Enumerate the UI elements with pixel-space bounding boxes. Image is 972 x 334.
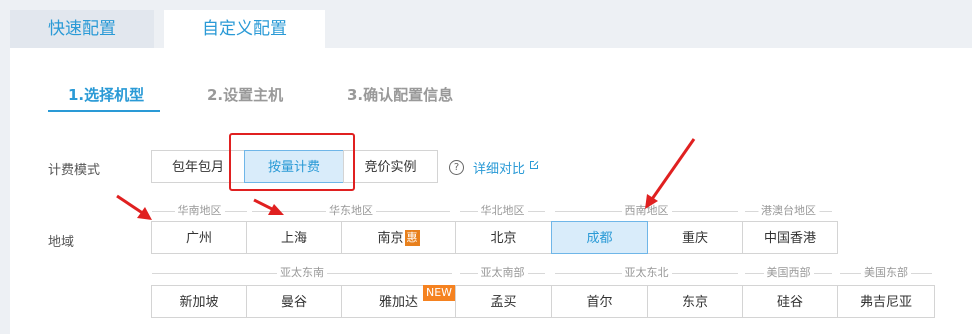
region-nanjing[interactable]: 南京惠 [341, 221, 456, 254]
billing-mode-label: 计费模式 [48, 163, 101, 178]
tab-quick-config[interactable]: 快速配置 [10, 10, 154, 48]
group-hk-macao-tw: 港澳台地区 [745, 205, 832, 217]
step-confirm-config[interactable]: 3.确认配置信息 [347, 84, 453, 105]
group-label: 美国东部 [861, 267, 911, 279]
highlight-box [229, 133, 355, 191]
billing-option-spot[interactable]: 竞价实例 [343, 150, 438, 183]
group-us-east: 美国东部 [840, 267, 932, 279]
group-north-china: 华北地区 [460, 205, 545, 217]
group-apac-northeast: 亚太东北 [555, 267, 738, 279]
region-label: 地域 [48, 235, 75, 250]
region-hong-kong[interactable]: 中国香港 [742, 221, 838, 254]
group-label: 亚太东北 [621, 267, 672, 279]
city-name: 南京 [377, 231, 404, 246]
external-link-icon[interactable] [530, 160, 539, 169]
step-select-model[interactable]: 1.选择机型 [68, 84, 144, 105]
group-label: 亚太南部 [477, 267, 528, 279]
group-east-china: 华东地区 [252, 205, 450, 217]
region-silicon-valley[interactable]: 硅谷 [742, 285, 838, 318]
group-label: 华南地区 [174, 205, 225, 217]
tab-custom-config[interactable]: 自定义配置 [164, 10, 325, 48]
group-label: 亚太东南 [277, 267, 327, 279]
help-icon[interactable]: ? [449, 160, 464, 175]
group-southwest: 西南地区 [555, 205, 738, 217]
region-beijing[interactable]: 北京 [455, 221, 552, 254]
region-singapore[interactable]: 新加坡 [151, 285, 247, 318]
active-step-underline [48, 110, 160, 112]
region-tokyo[interactable]: 东京 [647, 285, 743, 318]
group-label: 港澳台地区 [758, 205, 819, 217]
group-label: 华东地区 [326, 205, 376, 217]
region-shanghai[interactable]: 上海 [246, 221, 342, 254]
group-label: 西南地区 [621, 205, 672, 217]
group-apac-south: 亚太南部 [460, 267, 545, 279]
group-apac-southeast: 亚太东南 [152, 267, 452, 279]
region-mumbai[interactable]: 孟买 [455, 285, 552, 318]
step-host-settings[interactable]: 2.设置主机 [207, 84, 283, 105]
region-virginia[interactable]: 弗吉尼亚 [837, 285, 935, 318]
group-south-china: 华南地区 [152, 205, 247, 217]
region-chongqing[interactable]: 重庆 [647, 221, 743, 254]
region-chengdu[interactable]: 成都 [551, 221, 648, 254]
discount-badge: 惠 [404, 230, 420, 246]
new-badge: NEW [423, 285, 456, 301]
region-guangzhou[interactable]: 广州 [151, 221, 247, 254]
region-bangkok[interactable]: 曼谷 [246, 285, 342, 318]
compare-link[interactable]: 详细对比 [473, 158, 525, 177]
region-seoul[interactable]: 首尔 [551, 285, 648, 318]
group-us-west: 美国西部 [745, 267, 832, 279]
group-label: 华北地区 [477, 205, 528, 217]
group-label: 美国西部 [763, 267, 814, 279]
